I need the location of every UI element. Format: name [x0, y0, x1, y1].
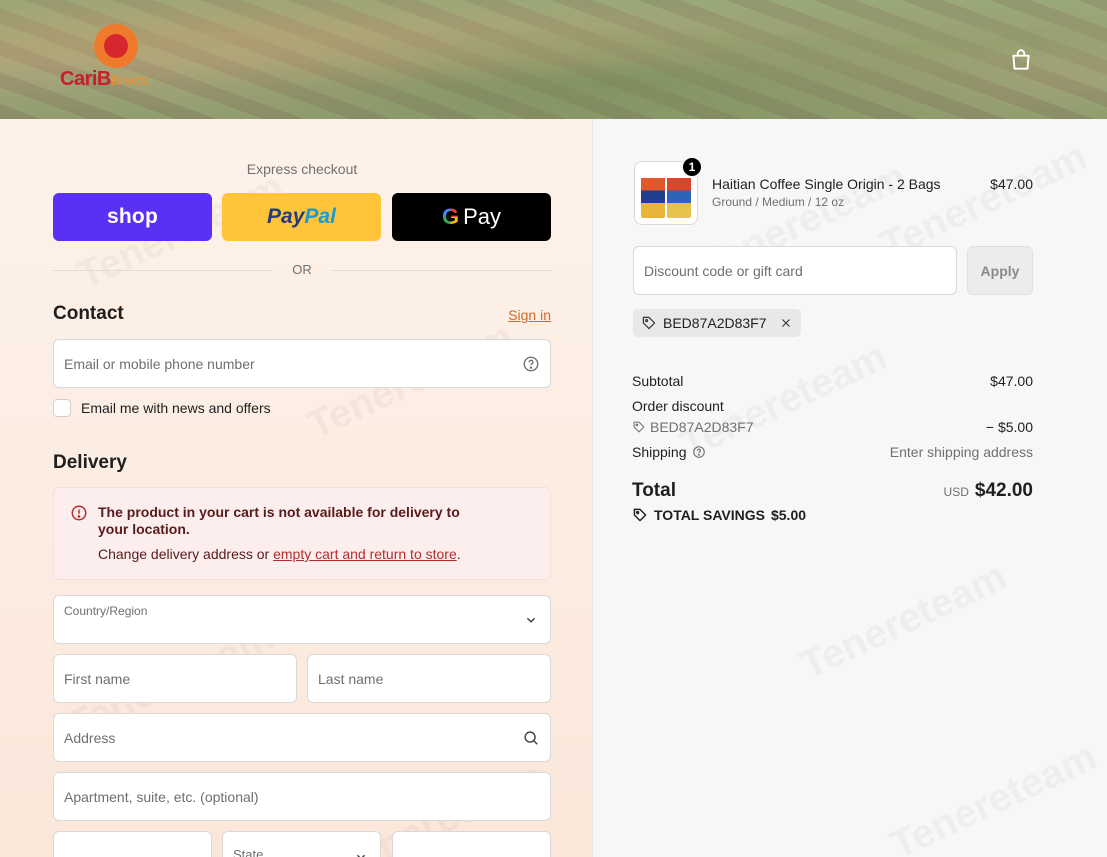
- google-g-icon: G: [441, 204, 460, 229]
- country-select[interactable]: Country/Region: [53, 595, 551, 644]
- discount-code: BED87A2D83F7: [663, 315, 767, 331]
- total-savings: TOTAL SAVINGS $5.00: [632, 507, 806, 523]
- watermark: Tenereteam: [794, 554, 1014, 688]
- address-field[interactable]: [53, 713, 551, 762]
- state-label: State: [233, 847, 264, 857]
- order-discount-label: Order discount: [632, 398, 724, 414]
- express-checkout-label: Express checkout: [246, 161, 358, 177]
- apartment-input[interactable]: [54, 773, 550, 820]
- state-select[interactable]: State: [222, 831, 381, 857]
- product-variant: Ground / Medium / 12 oz: [712, 195, 845, 209]
- google-pay-button[interactable]: G Pay: [392, 193, 551, 241]
- paypal-button[interactable]: Pay Pal: [222, 193, 381, 241]
- email-input[interactable]: [54, 340, 550, 387]
- alert-body: Change delivery address or empty cart an…: [98, 546, 461, 562]
- shipping-label: Shipping: [632, 444, 706, 460]
- tag-icon: [642, 316, 656, 330]
- first-name-input[interactable]: [54, 655, 296, 702]
- delivery-title: Delivery: [53, 452, 127, 473]
- logo-flower-icon: [104, 34, 128, 58]
- chevron-down-icon: [522, 611, 540, 629]
- total-amount: $42.00: [974, 480, 1033, 501]
- discount-input[interactable]: [634, 247, 956, 294]
- address-input[interactable]: [54, 714, 550, 761]
- search-icon[interactable]: [522, 729, 540, 747]
- apartment-field[interactable]: [53, 772, 551, 821]
- cart-bag-icon[interactable]: [1008, 47, 1034, 73]
- order-discount-code: BED87A2D83F7: [632, 419, 754, 435]
- or-divider: OR: [53, 262, 551, 280]
- brand-logo[interactable]: CariBBrews: [60, 22, 180, 92]
- tag-icon: [633, 508, 647, 522]
- apply-discount-button[interactable]: Apply: [967, 246, 1033, 295]
- coffee-bag-image: [641, 168, 665, 218]
- subtotal-label: Subtotal: [632, 373, 684, 389]
- help-icon[interactable]: [692, 445, 706, 459]
- tag-icon: [633, 421, 645, 433]
- last-name-input[interactable]: [308, 655, 550, 702]
- shipping-value: Enter shipping address: [889, 444, 1033, 460]
- currency-code: USD: [943, 485, 969, 499]
- newsletter-label: Email me with news and offers: [81, 400, 271, 416]
- country-label: Country/Region: [64, 604, 148, 618]
- email-field[interactable]: [53, 339, 551, 388]
- alert-title: The product in your cart is not availabl…: [98, 504, 460, 537]
- last-name-field[interactable]: [307, 654, 551, 703]
- header-banner: CariBBrews: [0, 0, 1107, 119]
- discount-field[interactable]: [633, 246, 957, 295]
- city-input[interactable]: [54, 832, 211, 857]
- quantity-badge: 1: [681, 156, 703, 178]
- shop-pay-button[interactable]: shop: [53, 193, 212, 241]
- total-label: Total: [632, 480, 676, 501]
- sign-in-link[interactable]: Sign in: [460, 307, 551, 323]
- first-name-field[interactable]: [53, 654, 297, 703]
- empty-cart-link[interactable]: empty cart and return to store: [273, 546, 457, 562]
- total-value: USD $42.00: [833, 480, 1033, 502]
- product-name: Haitian Coffee Single Origin - 2 Bags: [712, 176, 941, 192]
- order-summary-column: Tenereteam Tenereteam Tenereteam Teneret…: [593, 119, 1107, 857]
- help-icon[interactable]: [522, 355, 540, 373]
- watermark: Tenereteam: [884, 734, 1104, 857]
- subtotal-value: $47.00: [990, 373, 1033, 389]
- newsletter-checkbox[interactable]: [53, 399, 71, 417]
- logo-text: CariBBrews: [60, 68, 148, 90]
- chevron-down-icon: [352, 848, 370, 857]
- error-icon: [70, 504, 88, 522]
- zip-field[interactable]: [392, 831, 551, 857]
- order-discount-value: − $5.00: [985, 419, 1033, 435]
- remove-discount-icon[interactable]: [779, 316, 793, 330]
- zip-input[interactable]: [393, 832, 550, 857]
- delivery-error-alert: The product in your cart is not availabl…: [53, 487, 551, 580]
- product-price: $47.00: [990, 176, 1033, 192]
- applied-discount-chip: BED87A2D83F7: [633, 309, 801, 337]
- contact-title: Contact: [53, 303, 124, 324]
- newsletter-row: Email me with news and offers: [53, 398, 271, 418]
- checkout-form-column: Tenereteam Tenereteam Tenereteam Teneret…: [0, 119, 593, 857]
- city-field[interactable]: [53, 831, 212, 857]
